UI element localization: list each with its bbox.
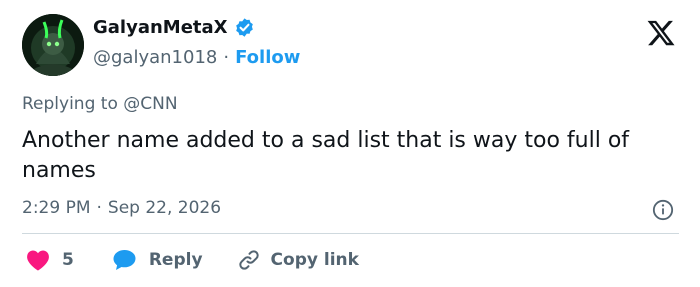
info-icon[interactable] <box>652 199 674 221</box>
tweet-card: GalyanMetaX @galyan1018 · Follow Replyin… <box>0 0 700 287</box>
author-name-row: GalyanMetaX <box>93 17 255 38</box>
tweet-timestamp[interactable]: 2:29 PM · Sep 22, 2026 <box>22 198 221 218</box>
author-handle-row: @galyan1018 · Follow <box>93 47 300 68</box>
handle-separator: · <box>223 47 230 68</box>
verified-badge-icon <box>234 17 255 38</box>
copy-link-button[interactable]: Copy link <box>237 248 359 272</box>
author-display-name[interactable]: GalyanMetaX <box>93 17 228 38</box>
action-bar: 5 Reply Copy link <box>26 247 359 273</box>
tweet-date: Sep 22, 2026 <box>107 198 222 218</box>
avatar[interactable] <box>22 14 84 76</box>
x-logo-icon[interactable] <box>645 18 677 48</box>
divider <box>22 233 679 234</box>
reply-label: Reply <box>148 250 203 270</box>
timestamp-separator: · <box>96 198 102 218</box>
tweet-text: Another name added to a sad list that is… <box>22 128 630 183</box>
author-handle[interactable]: @galyan1018 <box>93 47 217 68</box>
copy-link-label: Copy link <box>270 250 359 270</box>
like-count: 5 <box>62 250 74 270</box>
like-button[interactable]: 5 <box>26 249 74 271</box>
heart-icon <box>26 249 50 271</box>
replying-to-prefix: Replying to <box>22 94 118 114</box>
follow-button[interactable]: Follow <box>235 47 300 68</box>
replying-to-mention[interactable]: @CNN <box>123 94 177 114</box>
reply-bubble-icon <box>112 248 137 272</box>
link-icon <box>237 248 261 272</box>
reply-button[interactable]: Reply <box>112 248 203 272</box>
tweet-time: 2:29 PM <box>22 198 91 218</box>
replying-to: Replying to @CNN <box>22 94 178 114</box>
